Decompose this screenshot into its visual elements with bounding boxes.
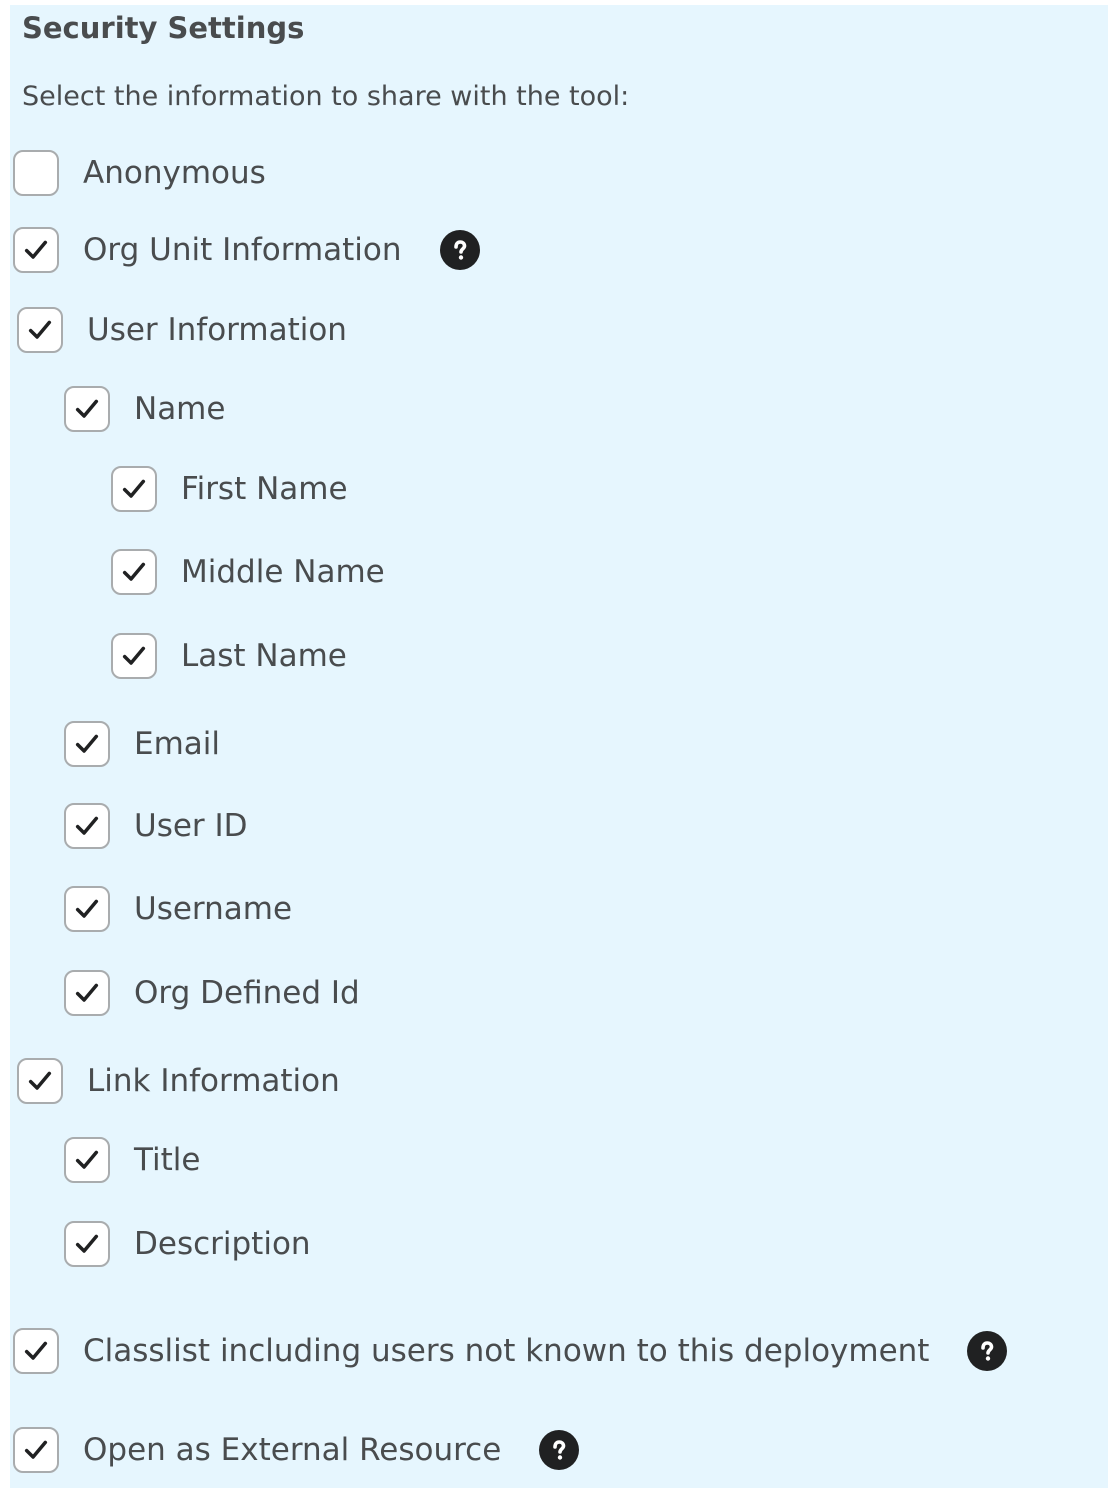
option-middle-name[interactable]: Middle Name — [111, 546, 385, 598]
option-user-id[interactable]: User ID — [64, 800, 248, 852]
option-org-defined-id[interactable]: Org Defined Id — [64, 967, 360, 1019]
title-label: Title — [134, 1142, 201, 1178]
description-label: Description — [134, 1226, 311, 1262]
link-information-label: Link Information — [87, 1063, 340, 1099]
help-icon[interactable] — [439, 230, 480, 270]
option-name[interactable]: Name — [64, 383, 225, 435]
option-title[interactable]: Title — [64, 1134, 200, 1186]
org-defined-id-label: Org Defined Id — [134, 975, 360, 1011]
checkmark-icon — [75, 399, 99, 418]
option-last-name[interactable]: Last Name — [111, 630, 347, 682]
checkmark-icon — [24, 1440, 48, 1459]
open-external-resource-checkbox[interactable] — [13, 1427, 59, 1473]
org-defined-id-checkbox[interactable] — [64, 970, 110, 1016]
anonymous-label: Anonymous — [83, 155, 266, 191]
option-first-name[interactable]: First Name — [111, 463, 348, 515]
checkmark-icon — [24, 1341, 48, 1360]
description-checkbox[interactable] — [64, 1221, 110, 1267]
user-information-checkbox[interactable] — [17, 307, 63, 353]
option-org-unit-information[interactable]: Org Unit Information — [13, 224, 480, 276]
checkmark-icon — [75, 816, 99, 835]
checkmark-icon — [75, 734, 99, 753]
option-email[interactable]: Email — [64, 718, 220, 770]
org-unit-information-checkbox[interactable] — [13, 227, 59, 273]
help-icon[interactable] — [967, 1331, 1008, 1371]
last-name-checkbox[interactable] — [111, 633, 157, 679]
last-name-label: Last Name — [181, 638, 347, 674]
option-username[interactable]: Username — [64, 883, 292, 935]
username-label: Username — [134, 891, 293, 927]
option-anonymous[interactable]: Anonymous — [13, 147, 266, 199]
anonymous-checkbox[interactable] — [13, 150, 59, 196]
option-link-information[interactable]: Link Information — [17, 1055, 340, 1107]
middle-name-checkbox[interactable] — [111, 549, 157, 595]
org-unit-information-label: Org Unit Information — [83, 232, 402, 268]
user-id-label: User ID — [134, 808, 248, 844]
middle-name-label: Middle Name — [181, 554, 385, 590]
option-description[interactable]: Description — [64, 1218, 311, 1270]
first-name-label: First Name — [181, 471, 348, 507]
open-external-resource-label: Open as External Resource — [83, 1432, 502, 1468]
checkmark-icon — [28, 1071, 52, 1090]
user-id-checkbox[interactable] — [64, 803, 110, 849]
option-classlist[interactable]: Classlist including users not known to t… — [13, 1325, 1008, 1377]
classlist-checkbox[interactable] — [13, 1328, 59, 1374]
section-title: Security Settings — [22, 11, 305, 45]
email-checkbox[interactable] — [64, 721, 110, 767]
checkmark-icon — [122, 562, 146, 581]
classlist-label: Classlist including users not known to t… — [83, 1333, 930, 1369]
option-open-external-resource[interactable]: Open as External Resource — [13, 1424, 580, 1476]
checkmark-icon — [122, 646, 146, 665]
user-information-label: User Information — [87, 312, 347, 348]
username-checkbox[interactable] — [64, 886, 110, 932]
checkmark-icon — [28, 320, 52, 339]
link-information-checkbox[interactable] — [17, 1058, 63, 1104]
checkmark-icon — [24, 240, 48, 259]
name-label: Name — [134, 391, 226, 427]
checkmark-icon — [122, 479, 146, 498]
title-checkbox[interactable] — [64, 1137, 110, 1183]
help-icon[interactable] — [539, 1430, 580, 1470]
email-label: Email — [134, 726, 221, 762]
checkmark-icon — [75, 983, 99, 1002]
section-instruction: Select the information to share with the… — [22, 81, 630, 112]
name-checkbox[interactable] — [64, 386, 110, 432]
checkmark-icon — [75, 899, 99, 918]
checkmark-icon — [75, 1150, 99, 1169]
checkmark-icon — [75, 1234, 99, 1253]
option-user-information[interactable]: User Information — [17, 304, 347, 356]
first-name-checkbox[interactable] — [111, 466, 157, 512]
